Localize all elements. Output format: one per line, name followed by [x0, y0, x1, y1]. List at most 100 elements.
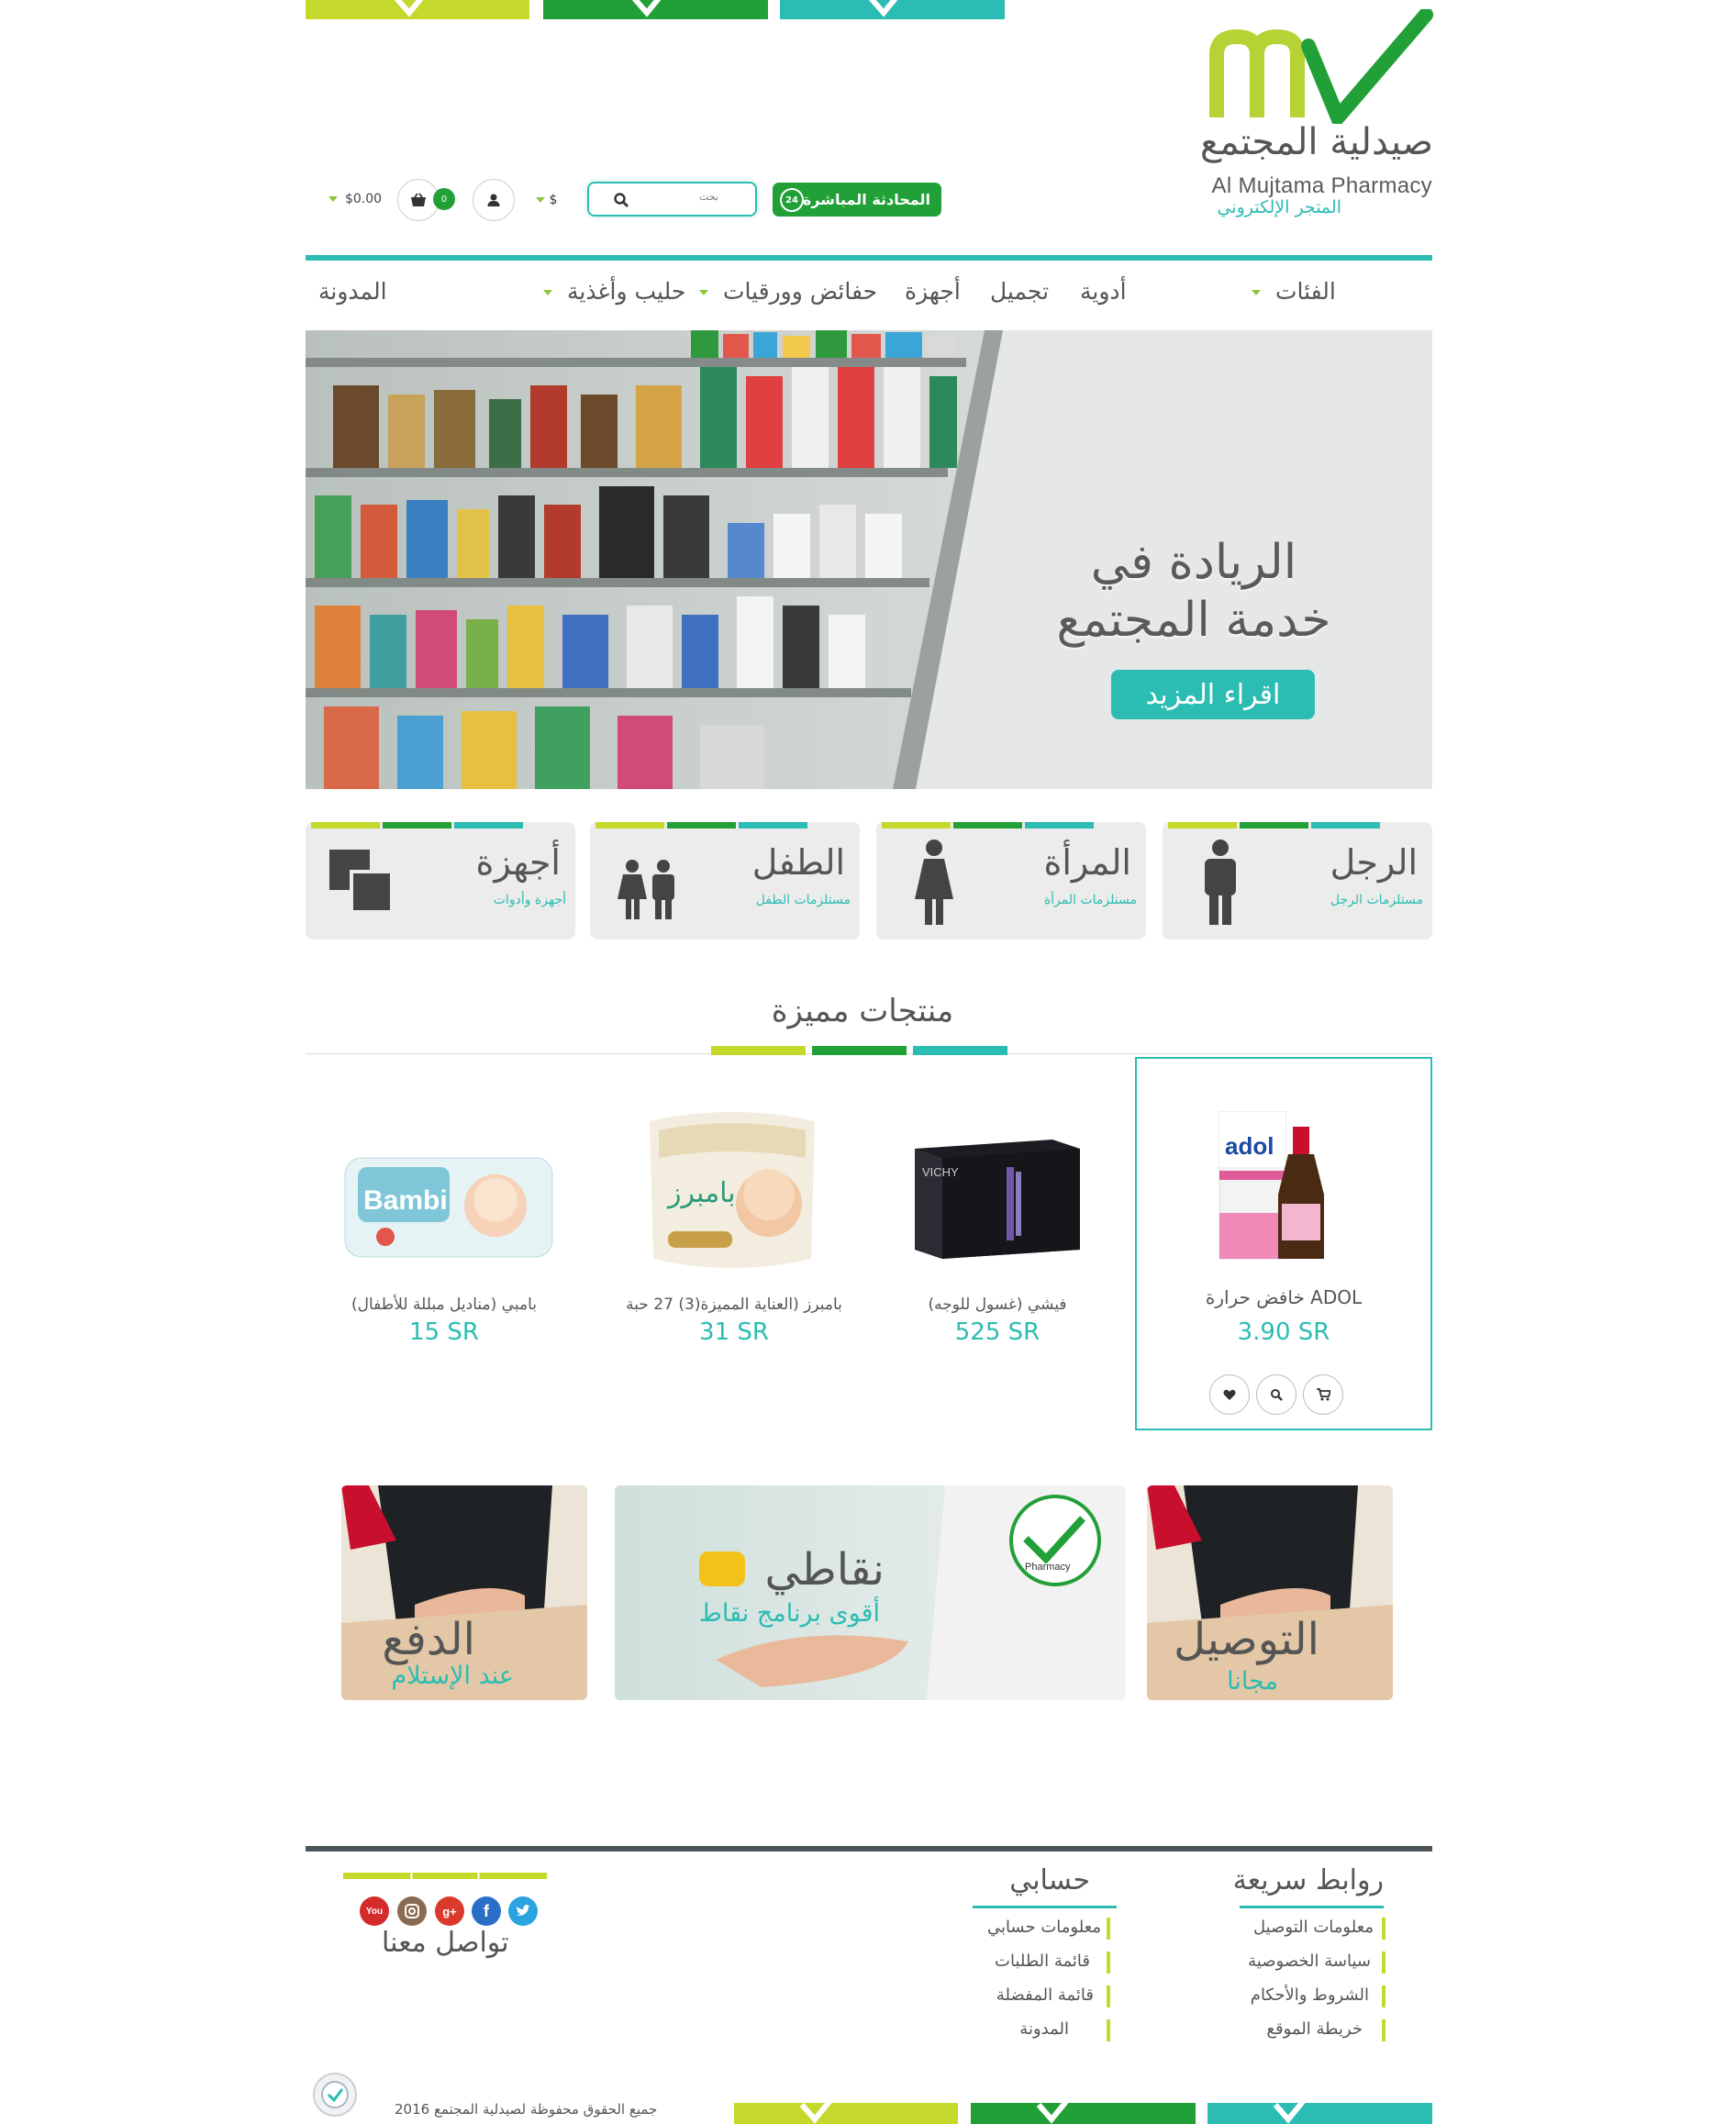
card-ribbon [953, 822, 1022, 828]
nav-categories[interactable]: الفئات [1252, 278, 1336, 305]
account-button[interactable] [473, 179, 515, 221]
hero-read-more-button[interactable]: اقراء المزيد [1111, 670, 1315, 719]
bottom-ribbon-green [971, 2103, 1196, 2124]
category-card-men[interactable]: الرجل مستلزمات الرجل [1163, 822, 1432, 940]
promo-cash-on-delivery[interactable]: الدفع عند الإستلام [341, 1485, 587, 1700]
product-image[interactable]: VICHY [906, 1121, 1089, 1268]
product-price: 3.90 SR [1237, 1318, 1330, 1346]
product-price: 15 SR [409, 1318, 479, 1346]
card-ribbon [1168, 822, 1237, 828]
product-pack-label: adol [1225, 1132, 1274, 1160]
hero-headline: الريادة في خدمة المجتمع [1029, 534, 1359, 650]
featured-ribbon-green [812, 1046, 907, 1055]
search-icon [1271, 1389, 1283, 1401]
footer-link-sitemap[interactable]: خريطة الموقع [1266, 2019, 1363, 2039]
basket-icon [411, 193, 426, 206]
footer-link-delivery-info[interactable]: معلومات التوصيل [1253, 1918, 1374, 1937]
footer-heading-underline [1240, 1906, 1384, 1908]
search-input[interactable] [627, 191, 718, 203]
wishlist-button[interactable] [1209, 1374, 1250, 1415]
top-ribbon-teal [780, 0, 1005, 19]
category-title: الرجل [1330, 842, 1418, 883]
footer-link-terms[interactable]: الشروط والأحكام [1251, 1985, 1369, 2005]
product-name[interactable]: بامبي (مناديل مبللة للأطفال) [306, 1296, 582, 1314]
product-image[interactable]: adol [1210, 1103, 1339, 1268]
footer-link-bar [1382, 1918, 1385, 1940]
promo-subtitle: عند الإستلام [391, 1662, 514, 1690]
category-card-women[interactable]: المرأة مستلزمات المرأة [876, 822, 1146, 940]
header-divider [306, 255, 1432, 261]
footer-divider [306, 1846, 1432, 1852]
bottom-ribbon-lime [734, 2103, 958, 2124]
category-subtitle: مستلزمات المرأة [1043, 893, 1137, 907]
brand-name-arabic: صيدلية المجتمع [1199, 121, 1433, 163]
footer-link-privacy[interactable]: سياسة الخصوصية [1248, 1952, 1371, 1971]
nav-medicines[interactable]: أدوية [1080, 278, 1127, 305]
category-title: أجهزة [475, 842, 561, 883]
footer-link-bar [1382, 2019, 1385, 2041]
footer-link-wishlist[interactable]: قائمة المفضلة [996, 1985, 1094, 2005]
nav-milk-label: حليب وأغذية [566, 278, 686, 305]
promo-free-delivery[interactable]: التوصيل مجانا [1147, 1485, 1393, 1700]
cart-total[interactable]: $0.00 [328, 192, 382, 206]
card-ribbon [1025, 822, 1094, 828]
currency-selector[interactable]: $ [536, 193, 557, 207]
card-ribbon [882, 822, 951, 828]
nav-cosmetics[interactable]: تجميل [990, 278, 1049, 305]
featured-ribbon-lime [711, 1046, 806, 1055]
twitter-icon[interactable] [508, 1896, 538, 1926]
footer-link-bar [1382, 1952, 1385, 1974]
footer-link-blog[interactable]: المدونة [1019, 2019, 1069, 2039]
product-image[interactable]: بامبرز [631, 1103, 833, 1277]
category-subtitle: مستلزمات الطفل [755, 893, 851, 907]
hero-slider[interactable]: الريادة في خدمة المجتمع اقراء المزيد [306, 330, 1432, 789]
chevron-down-icon [699, 290, 708, 295]
card-ribbon [667, 822, 736, 828]
product-pack-label: VICHY [922, 1165, 959, 1179]
product-price: 525 SR [954, 1318, 1040, 1346]
product-image[interactable]: Bambi [339, 1149, 560, 1268]
footer-link-account-info[interactable]: معلومات حسابي [987, 1918, 1101, 1937]
brand-logo-icon[interactable] [1209, 9, 1433, 124]
nav-blog[interactable]: المدونة [318, 278, 387, 305]
card-ribbon [383, 822, 451, 828]
promo-subtitle: مجانا [1227, 1667, 1278, 1696]
search-box[interactable] [587, 182, 757, 217]
facebook-icon[interactable]: f [472, 1896, 501, 1926]
footer-link-bar [1107, 1952, 1110, 1974]
footer-account-title: حسابي [1009, 1864, 1090, 1896]
nav-categories-label: الفئات [1274, 278, 1336, 305]
chevron-down-icon [1252, 290, 1261, 295]
product-card[interactable]: بامبرز بامبرز (العناية المميزة(3) 27 حبة… [596, 1057, 872, 1429]
product-card[interactable]: VICHY فيشي (غسول للوجه) 525 SR [860, 1057, 1135, 1429]
product-card[interactable]: Bambi بامبي (مناديل مبللة للأطفال) 15 SR [306, 1057, 582, 1429]
quick-view-button[interactable] [1256, 1374, 1296, 1415]
category-card-kids[interactable]: الطفل مستلزمات الطفل [590, 822, 860, 940]
promo-title: نقاطي [764, 1544, 885, 1596]
promo-loyalty-points[interactable]: Pharmacy نقاطي أقوى برنامج نقاط [615, 1485, 1126, 1700]
product-name[interactable]: بامبرز (العناية المميزة(3) 27 حبة [596, 1296, 872, 1314]
youtube-icon[interactable]: You [360, 1896, 389, 1926]
search-icon[interactable] [613, 192, 629, 208]
nav-devices[interactable]: أجهزة [905, 278, 961, 305]
add-to-cart-button[interactable] [1303, 1374, 1343, 1415]
footer-link-bar [1382, 1985, 1385, 2007]
currency-symbol: $ [549, 193, 558, 207]
nav-diapers[interactable]: حفائض وورقيات [699, 278, 877, 305]
footer-link-bar [1107, 1985, 1110, 2007]
certification-seal-icon[interactable] [312, 2072, 358, 2118]
live-chat-button[interactable]: المحادثة المباشرة 24 [773, 183, 941, 217]
product-name[interactable]: فيشي (غسول للوجه) [860, 1296, 1135, 1314]
instagram-icon[interactable] [397, 1896, 427, 1926]
bottom-ribbon-teal [1207, 2103, 1432, 2124]
category-card-devices[interactable]: أجهزة أجهزة وأدوات [306, 822, 575, 940]
google-plus-icon[interactable]: g+ [435, 1896, 464, 1926]
product-card[interactable]: adol ADOL خافض حرارة 3.90 SR [1135, 1057, 1432, 1430]
man-icon [1205, 840, 1236, 925]
nav-milk[interactable]: حليب وأغذية [543, 278, 685, 305]
chevron-down-icon [328, 196, 338, 202]
children-icon [618, 860, 674, 919]
hero-line-1: الريادة في [1090, 535, 1297, 590]
footer-link-orders[interactable]: قائمة الطلبات [995, 1952, 1090, 1971]
product-name[interactable]: ADOL خافض حرارة [1137, 1286, 1430, 1308]
